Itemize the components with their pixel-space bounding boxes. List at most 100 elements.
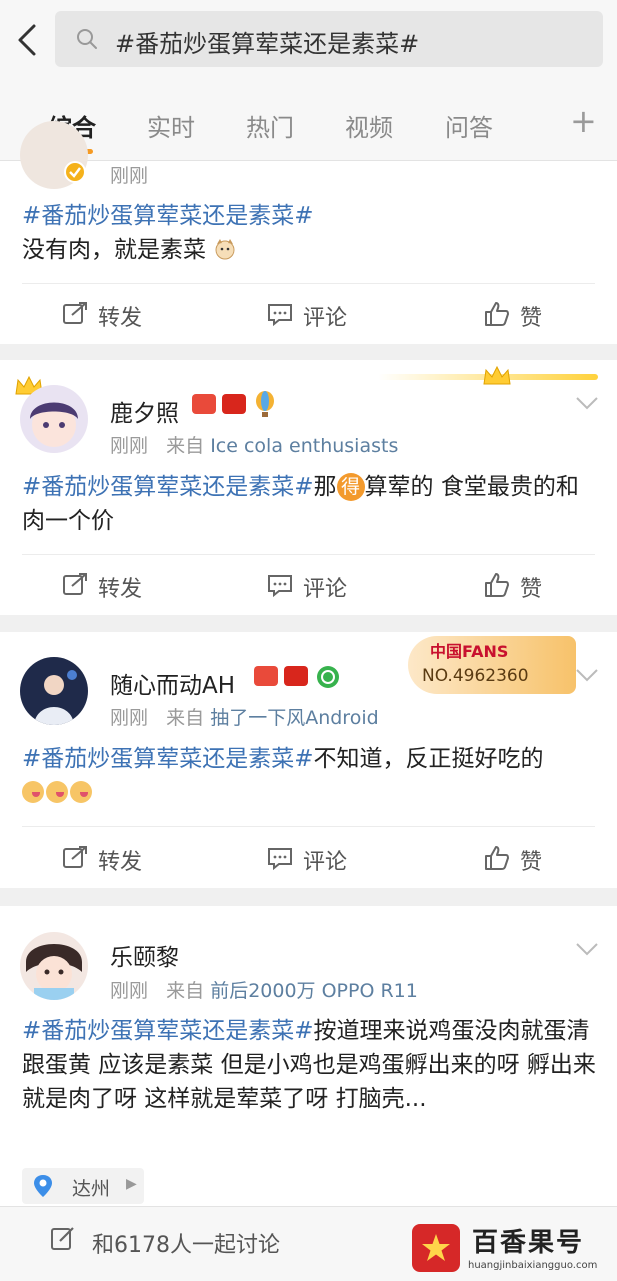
post-meta: 刚刚 来自 抽了一下风Android [110,703,379,730]
chevron-left-icon [18,24,36,56]
post-text: #番茄炒蛋算荤菜还是素菜# 没有肉，就是素菜 [22,199,600,267]
user-name[interactable]: 鹿夕照 [110,394,179,428]
balloon-icon [256,391,274,417]
comment-label: 评论 [303,577,348,602]
tab-realtime[interactable]: 实时 [147,108,195,143]
post-text: #番茄炒蛋算荤菜还是素菜#按道理来说鸡蛋没肉就蛋清跟蛋黄 应该是素菜 但是小鸡也… [22,1014,600,1116]
edit-icon [51,1227,74,1250]
comment-icon [268,575,292,598]
repost-icon [63,302,87,324]
post-time: 刚刚 [110,165,149,187]
tab-qa[interactable]: 问答 [445,108,493,143]
repost-label: 转发 [98,577,143,602]
tab-video[interactable]: 视频 [345,108,393,143]
fans-badge: 中国FANS NO.4962360 [408,636,576,694]
divider [22,554,595,555]
vip-level-icon [254,666,278,686]
post-card: 刚刚 #番茄炒蛋算荤菜还是素菜# 没有肉，就是素菜 转发 评论 赞 [0,121,617,344]
post-time: 刚刚 [110,707,149,729]
post-source[interactable]: Ice cola enthusiasts [210,435,398,457]
post-card: 随心而动AH 中国FANS NO.4962360 刚刚 来自 抽了一下风Andr… [0,632,617,888]
avatar-image [34,670,77,725]
post-body: 没有肉，就是素菜 [22,237,206,263]
vip-level-icon [192,394,216,414]
chevron-right-icon: ▶ [126,1176,137,1192]
post-time: 刚刚 [110,980,149,1002]
post-card: 鹿夕照 刚刚 来自 Ice cola enthusiasts #番茄炒蛋算荤菜还… [0,360,617,615]
watermark-logo [412,1224,460,1272]
star-icon [422,1234,450,1261]
search-input[interactable]: #番茄炒蛋算荤菜还是素菜# [55,11,603,67]
thumbs-up-icon [485,573,509,597]
discuss-label: 和6178人一起讨论 [92,1233,280,1258]
avatar[interactable] [20,657,88,725]
chevron-down-icon[interactable] [575,396,599,410]
thumbs-up-icon [485,846,509,870]
chevron-down-icon[interactable] [575,668,599,682]
verified-badge-icon [64,161,86,183]
search-icon [77,29,97,49]
post-time: 刚刚 [110,435,149,457]
yummy-emoji-icon [46,781,68,803]
from-label: 来自 [166,980,205,1002]
post-text: #番茄炒蛋算荤菜还是素菜#不知道，反正挺好吃的 [22,742,600,810]
comment-label: 评论 [303,306,348,331]
heart-badge-icon [317,666,339,688]
tab-bar: 综合 实时 热门 视频 问答 + [0,88,617,161]
divider [22,826,595,827]
post-source[interactable]: 抽了一下风Android [210,707,378,729]
avatar[interactable] [20,385,88,453]
fans-number: NO.4962360 [422,666,529,686]
inline-emoji-badge: 得 [336,473,365,501]
from-label: 来自 [166,435,205,457]
divider [22,283,595,284]
location-pin-icon [34,1175,52,1197]
thumbs-up-icon [485,302,509,326]
post-body: 不知道，反正挺好吃的 [313,746,544,772]
location-tag[interactable]: 达州 ▶ [22,1168,144,1204]
top-bar: #番茄炒蛋算荤菜还是素菜# [0,0,617,88]
china-flag-icon [284,666,308,686]
post-meta: 刚刚 来自 前后2000万 OPPO R11 [110,976,418,1003]
repost-label: 转发 [98,850,143,875]
post-meta: 刚刚 来自 Ice cola enthusiasts [110,431,398,458]
back-button[interactable] [10,18,46,62]
like-label: 赞 [520,850,543,875]
add-tab-button[interactable]: + [570,102,597,140]
yummy-emoji-icon [70,781,92,803]
hashtag-link[interactable]: #番茄炒蛋算荤菜还是素菜# [22,746,314,772]
chevron-down-icon[interactable] [575,942,599,956]
like-label: 赞 [520,306,543,331]
watermark-url: huangjinbaixiangguo.com [468,1260,598,1271]
avatar-image [26,944,82,1000]
hashtag-link[interactable]: #番茄炒蛋算荤菜还是素菜# [22,474,314,500]
repost-icon [63,573,87,595]
discuss-input[interactable]: 和6178人一起讨论 [50,1225,280,1258]
like-label: 赞 [520,577,543,602]
post-body: 那 [313,474,337,500]
user-name[interactable]: 乐颐黎 [110,938,179,972]
from-label: 来自 [166,707,205,729]
location-name: 达州 [72,1178,111,1200]
avatar[interactable] [20,932,88,1000]
user-name[interactable]: 随心而动AH [110,666,235,700]
post-source[interactable]: 前后2000万 OPPO R11 [210,980,418,1002]
avatar-image [30,402,78,447]
hashtag-link[interactable]: #番茄炒蛋算荤菜还是素菜# [22,1018,314,1044]
tab-hot[interactable]: 热门 [246,108,294,143]
hashtag-link[interactable]: #番茄炒蛋算荤菜还是素菜# [22,203,314,229]
watermark-title: 百香果号 [472,1228,585,1258]
comment-icon [268,848,292,871]
yummy-emoji-icon [22,781,44,803]
comment-label: 评论 [303,850,348,875]
comment-icon [268,304,292,327]
repost-label: 转发 [98,306,143,331]
crown-icon [483,365,511,385]
post-text: #番茄炒蛋算荤菜还是素菜#那得算荤的 食堂最贵的和肉一个价 [22,470,600,538]
search-query: #番茄炒蛋算荤菜还是素菜# [115,30,420,58]
watermark: 百香果号 huangjinbaixiangguo.com [412,1222,607,1276]
fans-title: 中国FANS [430,642,509,661]
post-card: 乐颐黎 刚刚 来自 前后2000万 OPPO R11 #番茄炒蛋算荤菜还是素菜#… [0,906,617,1206]
repost-icon [63,846,87,868]
cat-emoji-icon [215,239,235,260]
